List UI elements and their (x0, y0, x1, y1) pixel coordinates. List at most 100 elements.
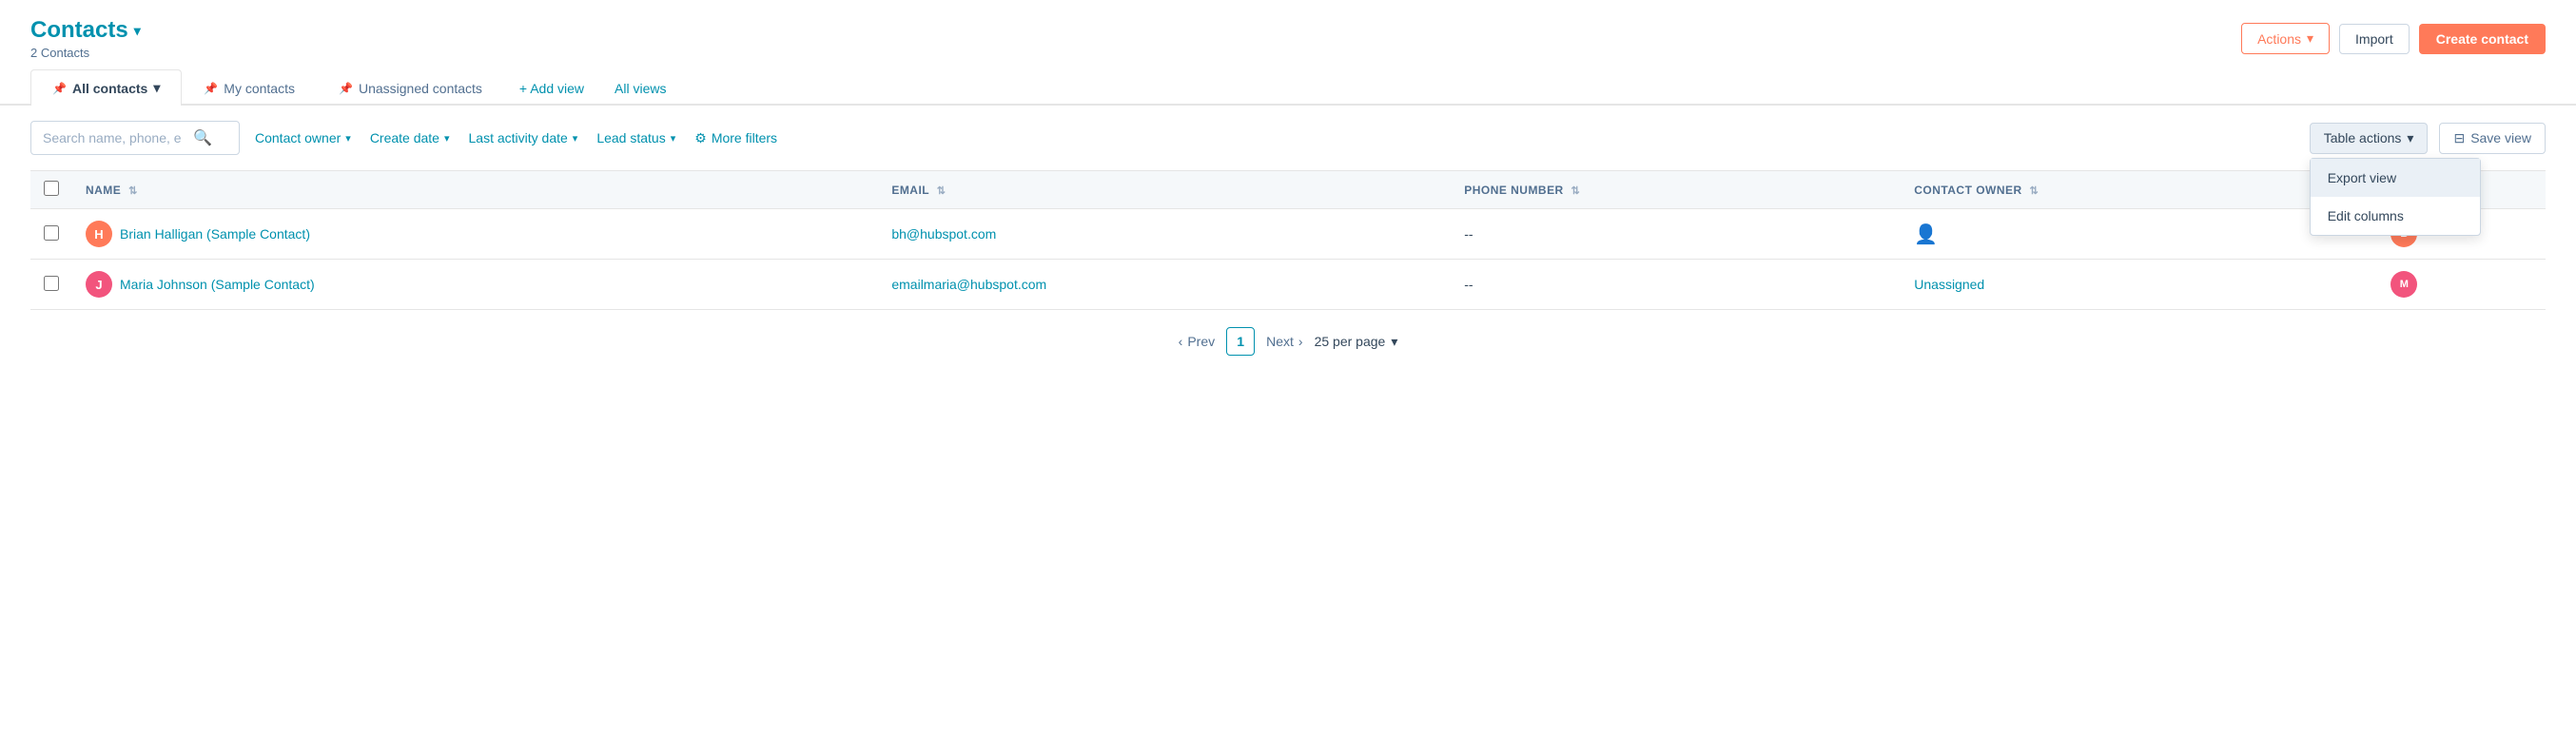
row1-name-link[interactable]: Brian Halligan (Sample Contact) (120, 226, 310, 242)
row2-owner-cell: Unassigned (1901, 260, 2377, 310)
per-page-label: 25 per page (1315, 334, 1386, 349)
contacts-table-container: NAME ⇅ EMAIL ⇅ PHONE NUMBER ⇅ CONTACT OW… (0, 170, 2576, 310)
pin-icon-my: 📌 (204, 82, 218, 95)
actions-chevron-icon: ▾ (2307, 30, 2313, 47)
page-subtitle: 2 Contacts (30, 46, 141, 60)
search-input[interactable] (43, 130, 185, 145)
lead-status-label: Lead status (596, 130, 665, 145)
pin-icon-unassigned: 📌 (339, 82, 353, 95)
table-row: J Maria Johnson (Sample Contact) emailma… (30, 260, 2546, 310)
current-page: 1 (1226, 327, 1255, 356)
row2-name-cell: J Maria Johnson (Sample Contact) (72, 260, 878, 310)
create-date-chevron: ▾ (444, 132, 450, 145)
tab-my-contacts[interactable]: 📌 My contacts (182, 70, 317, 106)
th-name[interactable]: NAME ⇅ (72, 171, 878, 209)
actions-button[interactable]: Actions ▾ (2241, 23, 2330, 54)
title-chevron-icon: ▾ (134, 23, 141, 39)
table-actions-dropdown: Export view Edit columns (2310, 158, 2481, 236)
create-date-filter[interactable]: Create date ▾ (366, 124, 454, 152)
row1-email-cell: bh@hubspot.com (878, 209, 1451, 260)
last-activity-chevron: ▾ (573, 132, 578, 145)
sort-icon-email: ⇅ (937, 185, 946, 197)
lead-status-chevron: ▾ (671, 132, 676, 145)
export-view-label: Export view (2328, 170, 2396, 185)
prev-button[interactable]: ‹ Prev (1179, 334, 1215, 349)
more-filters-label: More filters (712, 130, 777, 145)
th-email[interactable]: EMAIL ⇅ (878, 171, 1451, 209)
row1-checkbox[interactable] (44, 225, 59, 241)
search-icon: 🔍 (193, 128, 212, 147)
row1-phone-cell: -- (1451, 209, 1901, 260)
import-button[interactable]: Import (2339, 24, 2410, 54)
row2-assigned-cell: M (2377, 260, 2546, 310)
tab-unassigned-contacts[interactable]: 📌 Unassigned contacts (317, 70, 504, 106)
table-actions-chevron-icon: ▾ (2407, 130, 2413, 146)
last-activity-date-filter[interactable]: Last activity date ▾ (465, 124, 582, 152)
tab-all-contacts[interactable]: 📌 All contacts ▾ (30, 69, 182, 106)
th-phone[interactable]: PHONE NUMBER ⇅ (1451, 171, 1901, 209)
save-view-label: Save view (2470, 130, 2531, 145)
export-view-item[interactable]: Export view (2311, 159, 2480, 197)
row2-email-link[interactable]: emailmaria@hubspot.com (891, 277, 1046, 292)
table-actions-label: Table actions (2324, 130, 2402, 145)
tabs-bar: 📌 All contacts ▾ 📌 My contacts 📌 Unassig… (0, 68, 2576, 106)
row1-owner-cell: 👤 (1901, 209, 2377, 260)
per-page-chevron-icon: ▾ (1391, 334, 1397, 350)
contact-owner-label: Contact owner (255, 130, 341, 145)
row2-email-cell: emailmaria@hubspot.com (878, 260, 1451, 310)
contacts-table: NAME ⇅ EMAIL ⇅ PHONE NUMBER ⇅ CONTACT OW… (30, 170, 2546, 310)
save-icon: ⊟ (2453, 130, 2465, 146)
more-filters-button[interactable]: ⚙ More filters (691, 124, 781, 153)
edit-columns-item[interactable]: Edit columns (2311, 197, 2480, 235)
col-name-label: NAME (86, 184, 121, 197)
next-label: Next (1266, 334, 1294, 349)
row2-assign-icon: M (2391, 271, 2417, 298)
edit-columns-label: Edit columns (2328, 208, 2404, 223)
tab-unassigned-contacts-label: Unassigned contacts (359, 81, 482, 96)
page-header: Contacts ▾ 2 Contacts Actions ▾ Import C… (0, 0, 2576, 68)
add-view-tab[interactable]: + Add view (504, 71, 599, 106)
import-btn-label: Import (2355, 31, 2393, 47)
next-arrow-icon: › (1298, 334, 1303, 349)
header-actions: Actions ▾ Import Create contact (2241, 23, 2546, 54)
prev-label: Prev (1187, 334, 1215, 349)
contact-owner-filter[interactable]: Contact owner ▾ (251, 124, 355, 152)
th-contact-owner[interactable]: CONTACT OWNER ⇅ (1901, 171, 2377, 209)
sort-icon-name: ⇅ (128, 185, 138, 197)
tab-all-contacts-label: All contacts (72, 81, 147, 96)
all-views-label: All views (615, 81, 666, 96)
chevron-down-icon: ▾ (153, 80, 160, 96)
title-text: Contacts (30, 17, 128, 44)
col-email-label: EMAIL (891, 184, 929, 197)
row2-unassigned-text: Unassigned (1914, 277, 1984, 292)
filters-icon: ⚙ (694, 130, 707, 146)
select-all-checkbox[interactable] (44, 181, 59, 196)
create-date-label: Create date (370, 130, 439, 145)
header-left: Contacts ▾ 2 Contacts (30, 17, 141, 60)
save-view-button[interactable]: ⊟ Save view (2439, 123, 2546, 154)
add-view-label: + Add view (519, 81, 584, 96)
th-checkbox (30, 171, 72, 209)
contact-owner-chevron: ▾ (345, 132, 351, 145)
page-title[interactable]: Contacts ▾ (30, 17, 141, 44)
pagination-bar: ‹ Prev 1 Next › 25 per page ▾ (0, 310, 2576, 373)
create-contact-button[interactable]: Create contact (2419, 24, 2546, 54)
all-views-link[interactable]: All views (599, 71, 681, 106)
table-row: H Brian Halligan (Sample Contact) bh@hub… (30, 209, 2546, 260)
row1-email-link[interactable]: bh@hubspot.com (891, 226, 996, 242)
row1-checkbox-cell (30, 209, 72, 260)
last-activity-label: Last activity date (469, 130, 568, 145)
table-actions-button[interactable]: Table actions ▾ (2310, 123, 2429, 154)
create-btn-label: Create contact (2436, 31, 2528, 47)
row2-name-link[interactable]: Maria Johnson (Sample Contact) (120, 277, 315, 292)
next-button[interactable]: Next › (1266, 334, 1302, 349)
row2-checkbox[interactable] (44, 276, 59, 291)
actions-btn-label: Actions (2257, 31, 2301, 47)
row1-contact-icon: H (86, 221, 112, 247)
row2-contact-icon: J (86, 271, 112, 298)
col-owner-label: CONTACT OWNER (1914, 184, 2021, 197)
per-page-button[interactable]: 25 per page ▾ (1315, 334, 1398, 350)
row2-phone-cell: -- (1451, 260, 1901, 310)
search-box[interactable]: 🔍 (30, 121, 240, 155)
lead-status-filter[interactable]: Lead status ▾ (593, 124, 679, 152)
